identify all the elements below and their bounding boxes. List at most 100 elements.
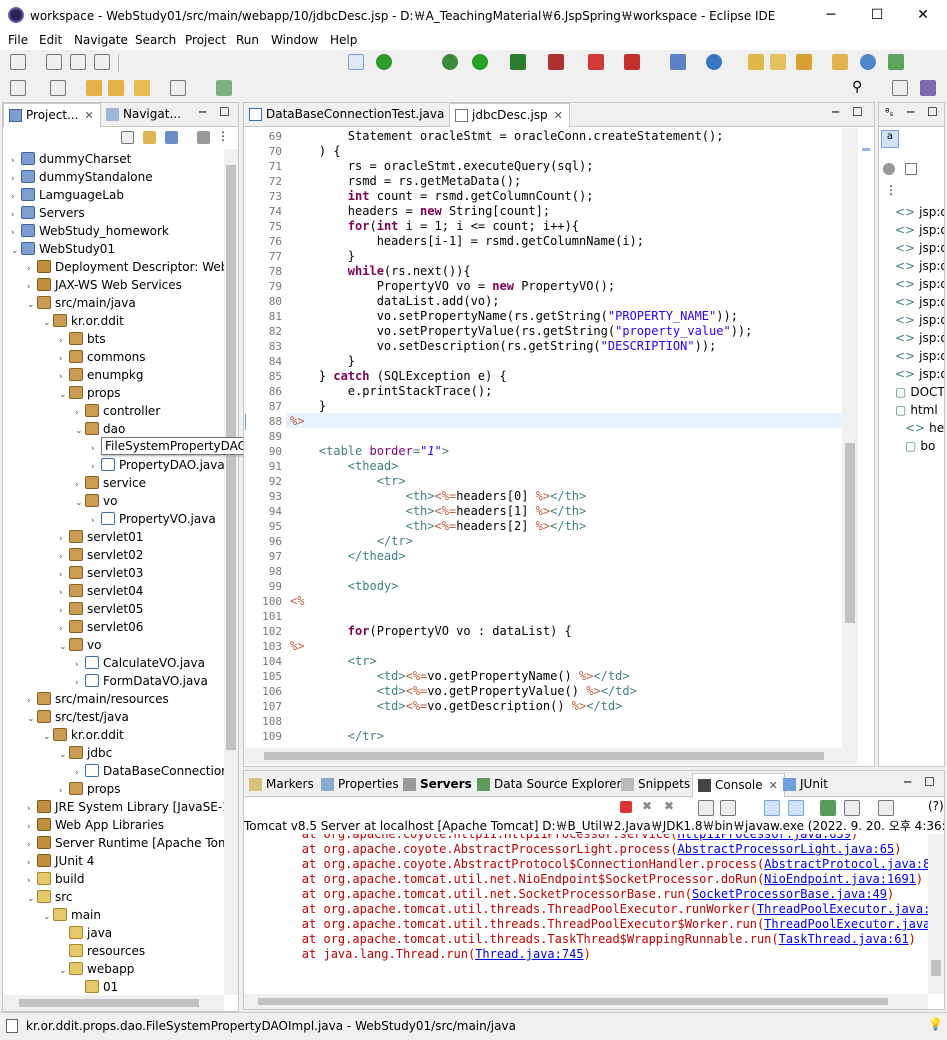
toggle-mark-icon[interactable]	[348, 54, 364, 70]
tab-databaseconnectiontest[interactable]: DataBaseConnectionTest.java	[244, 103, 444, 127]
new-java-project-icon[interactable]	[670, 54, 686, 70]
tree-item[interactable]: › PropertyDAO.java	[91, 456, 225, 474]
tree-item[interactable]: › Server Runtime [Apache Tomc	[27, 834, 225, 852]
tree-item[interactable]: › PropertyVO.java	[91, 510, 216, 528]
outline-item[interactable]: <>jsp:de	[895, 365, 944, 383]
tree-item[interactable]: › commons	[59, 348, 146, 366]
expand-chevron-icon[interactable]: ⌄	[27, 890, 37, 908]
maximize-view-icon[interactable]: ☐	[219, 105, 230, 119]
stop-icon[interactable]	[588, 54, 604, 70]
collapse-icon[interactable]	[905, 163, 917, 175]
editor-vscrollbar[interactable]	[842, 128, 858, 748]
globe-icon[interactable]	[860, 54, 876, 70]
coverage-icon[interactable]	[510, 54, 526, 70]
editor-hscrollbar[interactable]	[244, 748, 858, 764]
expand-chevron-icon[interactable]: ⌄	[59, 746, 69, 764]
save-icon[interactable]	[46, 54, 62, 70]
tree-item[interactable]: › bts	[59, 330, 106, 348]
outline-item[interactable]: <>jsp:di	[895, 275, 944, 293]
expand-chevron-icon[interactable]: ⌄	[43, 728, 53, 746]
tree-item[interactable]: ⌄ webapp	[59, 960, 134, 978]
code-view[interactable]: Statement oracleStmt = oracleConn.create…	[290, 128, 842, 748]
console-hscroll-thumb[interactable]	[258, 998, 888, 1005]
tab-properties[interactable]: Properties	[316, 773, 405, 797]
stacktrace-link[interactable]: ThreadPoolExecutor.java:119	[757, 902, 928, 916]
tree-item[interactable]: ⌄ WebStudy01	[11, 240, 115, 258]
scroll-lock-icon[interactable]	[720, 800, 736, 816]
maximize-editor-icon[interactable]: ☐	[852, 105, 863, 119]
stacktrace-link[interactable]: NioEndpoint.java:1691	[764, 872, 916, 886]
tree-item[interactable]: › JRE System Library [JavaSE-1.8	[27, 798, 225, 816]
view-menu-more-icon[interactable]: ⋮	[217, 129, 229, 143]
lightbulb-icon[interactable]: 💡	[928, 1017, 943, 1031]
tree-scroll-thumb[interactable]	[226, 165, 236, 750]
tree-item[interactable]: › servlet01	[59, 528, 143, 546]
tree-item[interactable]: › servlet06	[59, 618, 143, 636]
menu-file[interactable]: File	[8, 33, 28, 47]
tree-hscrollbar[interactable]	[3, 995, 224, 1011]
display-console-icon[interactable]	[844, 800, 860, 816]
maximize-button[interactable]: ☐	[854, 4, 900, 28]
view-menu-icon[interactable]: ⋮	[885, 183, 897, 197]
search-icon[interactable]: ⚲	[852, 79, 862, 95]
outline-item[interactable]: ▢ DOCT	[895, 383, 944, 401]
tab-servers[interactable]: Servers	[398, 773, 478, 797]
tree-item[interactable]: ⌄ vo	[59, 636, 101, 654]
tree-item[interactable]: ⌄ vo	[75, 492, 117, 510]
tree-item[interactable]: › Servers	[11, 204, 85, 222]
new-class-icon[interactable]	[706, 54, 722, 70]
tree-item[interactable]: › WebStudy_homework	[11, 222, 169, 240]
save-all-icon[interactable]	[70, 54, 86, 70]
stacktrace-link[interactable]: Http11Processor.java:639	[677, 834, 850, 841]
terminate-icon[interactable]	[620, 801, 632, 813]
tree-item[interactable]: › enumpkg	[59, 366, 143, 384]
maximize-view-icon[interactable]: ☐	[924, 775, 935, 789]
plugin-icon[interactable]	[888, 54, 904, 70]
stacktrace-link[interactable]: AbstractProcessorLight.java:65	[677, 842, 894, 856]
next-annotation-icon[interactable]	[10, 80, 26, 96]
minimize-view-icon[interactable]: ─	[904, 775, 911, 789]
java-ee-perspective-icon[interactable]	[920, 80, 936, 96]
pin-console-icon[interactable]	[820, 800, 836, 816]
menu-help[interactable]: Help	[330, 33, 357, 47]
profile-icon[interactable]	[624, 54, 640, 70]
stacktrace-link[interactable]: ThreadPoolExecutor.java:65	[764, 917, 928, 931]
new-icon[interactable]	[10, 54, 26, 70]
expand-chevron-icon[interactable]: ⌄	[75, 422, 85, 440]
tree-item[interactable]: › src/main/resources	[27, 690, 169, 708]
clear-console-icon[interactable]	[698, 800, 714, 816]
tree-item[interactable]: › Deployment Descriptor: WebS	[27, 258, 225, 276]
menu-run[interactable]: Run	[236, 33, 259, 47]
link-editor-icon[interactable]	[143, 131, 156, 144]
outline-item[interactable]: <>jsp:di	[895, 311, 944, 329]
minimize-button[interactable]: ─	[808, 4, 854, 28]
view-menu-icon[interactable]: (?)	[928, 799, 944, 813]
console-vscrollbar[interactable]	[928, 834, 944, 994]
close-button[interactable]: ✕	[900, 4, 946, 28]
expand-chevron-icon[interactable]: ⌄	[59, 962, 69, 980]
tree-item[interactable]: › dummyCharset	[11, 150, 131, 168]
sort-icon[interactable]: a	[881, 130, 899, 148]
back-annotation-icon[interactable]	[86, 80, 102, 96]
expand-chevron-icon[interactable]: ⌄	[75, 494, 85, 512]
open-console-icon[interactable]	[878, 800, 894, 816]
tree-item[interactable]: › JAX-WS Web Services	[27, 276, 182, 294]
expand-chevron-icon[interactable]: ⌄	[43, 908, 53, 926]
tree-item[interactable]: ⌄ dao	[75, 420, 125, 438]
tree-item[interactable]: ⌄ src/main/java	[27, 294, 136, 312]
console-hscrollbar[interactable]	[244, 994, 928, 1009]
tree-item[interactable]: ⌄ kr.or.ddit	[43, 312, 124, 330]
outline-item[interactable]: <> he	[905, 419, 944, 437]
close-icon[interactable]: ✕	[769, 779, 778, 792]
forward-annotation-icon[interactable]	[108, 80, 124, 96]
tab-jdbcdesc[interactable]: jdbcDesc.jsp ✕	[449, 103, 570, 127]
back-icon[interactable]	[134, 80, 150, 96]
close-icon[interactable]: ✕	[85, 109, 94, 122]
outline-item[interactable]: <>jsp:di	[895, 221, 944, 239]
tree-item[interactable]: ⌄ main	[43, 906, 101, 924]
debug-icon[interactable]	[442, 54, 458, 70]
expand-chevron-icon[interactable]: ⌄	[27, 710, 37, 728]
tree-item[interactable]: java	[59, 924, 112, 942]
tree-item[interactable]: ⌄ src	[27, 888, 73, 906]
expand-chevron-icon[interactable]: ⌄	[59, 638, 69, 656]
